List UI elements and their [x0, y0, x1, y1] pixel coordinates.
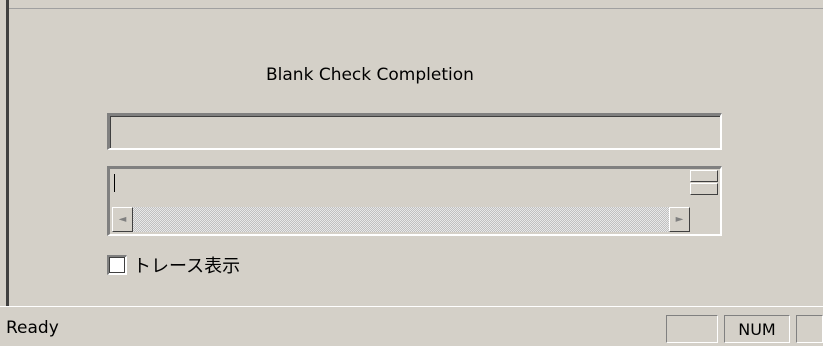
status-pane-scroll — [796, 315, 823, 343]
log-output-box[interactable]: ◄ ► — [107, 166, 722, 236]
trace-option[interactable]: トレース表示 — [107, 252, 240, 278]
scrollbar-track[interactable] — [133, 207, 669, 232]
horizontal-scrollbar[interactable]: ◄ ► — [112, 207, 690, 232]
scroll-right-button[interactable]: ► — [669, 207, 690, 232]
status-text: Ready — [6, 318, 59, 338]
scroll-left-button[interactable]: ◄ — [112, 207, 133, 232]
status-pane-caps — [666, 315, 718, 343]
log-text-area[interactable] — [111, 170, 689, 198]
status-pane-num: NUM — [724, 315, 790, 343]
main-window: Blank Check Completion ◄ ► トレース表示 Ready — [0, 0, 823, 346]
chevron-left-icon: ◄ — [118, 213, 127, 225]
scroll-up-button[interactable] — [690, 170, 718, 182]
text-caret — [114, 174, 115, 192]
status-bar: Ready NUM — [0, 306, 823, 346]
operation-title: Blank Check Completion — [266, 65, 474, 85]
vertical-scrollbar[interactable] — [690, 170, 718, 196]
scroll-down-button[interactable] — [690, 183, 718, 195]
progress-field — [107, 113, 722, 150]
trace-checkbox[interactable] — [107, 255, 127, 275]
chevron-right-icon: ► — [675, 213, 684, 225]
trace-checkbox-label[interactable]: トレース表示 — [133, 252, 240, 278]
